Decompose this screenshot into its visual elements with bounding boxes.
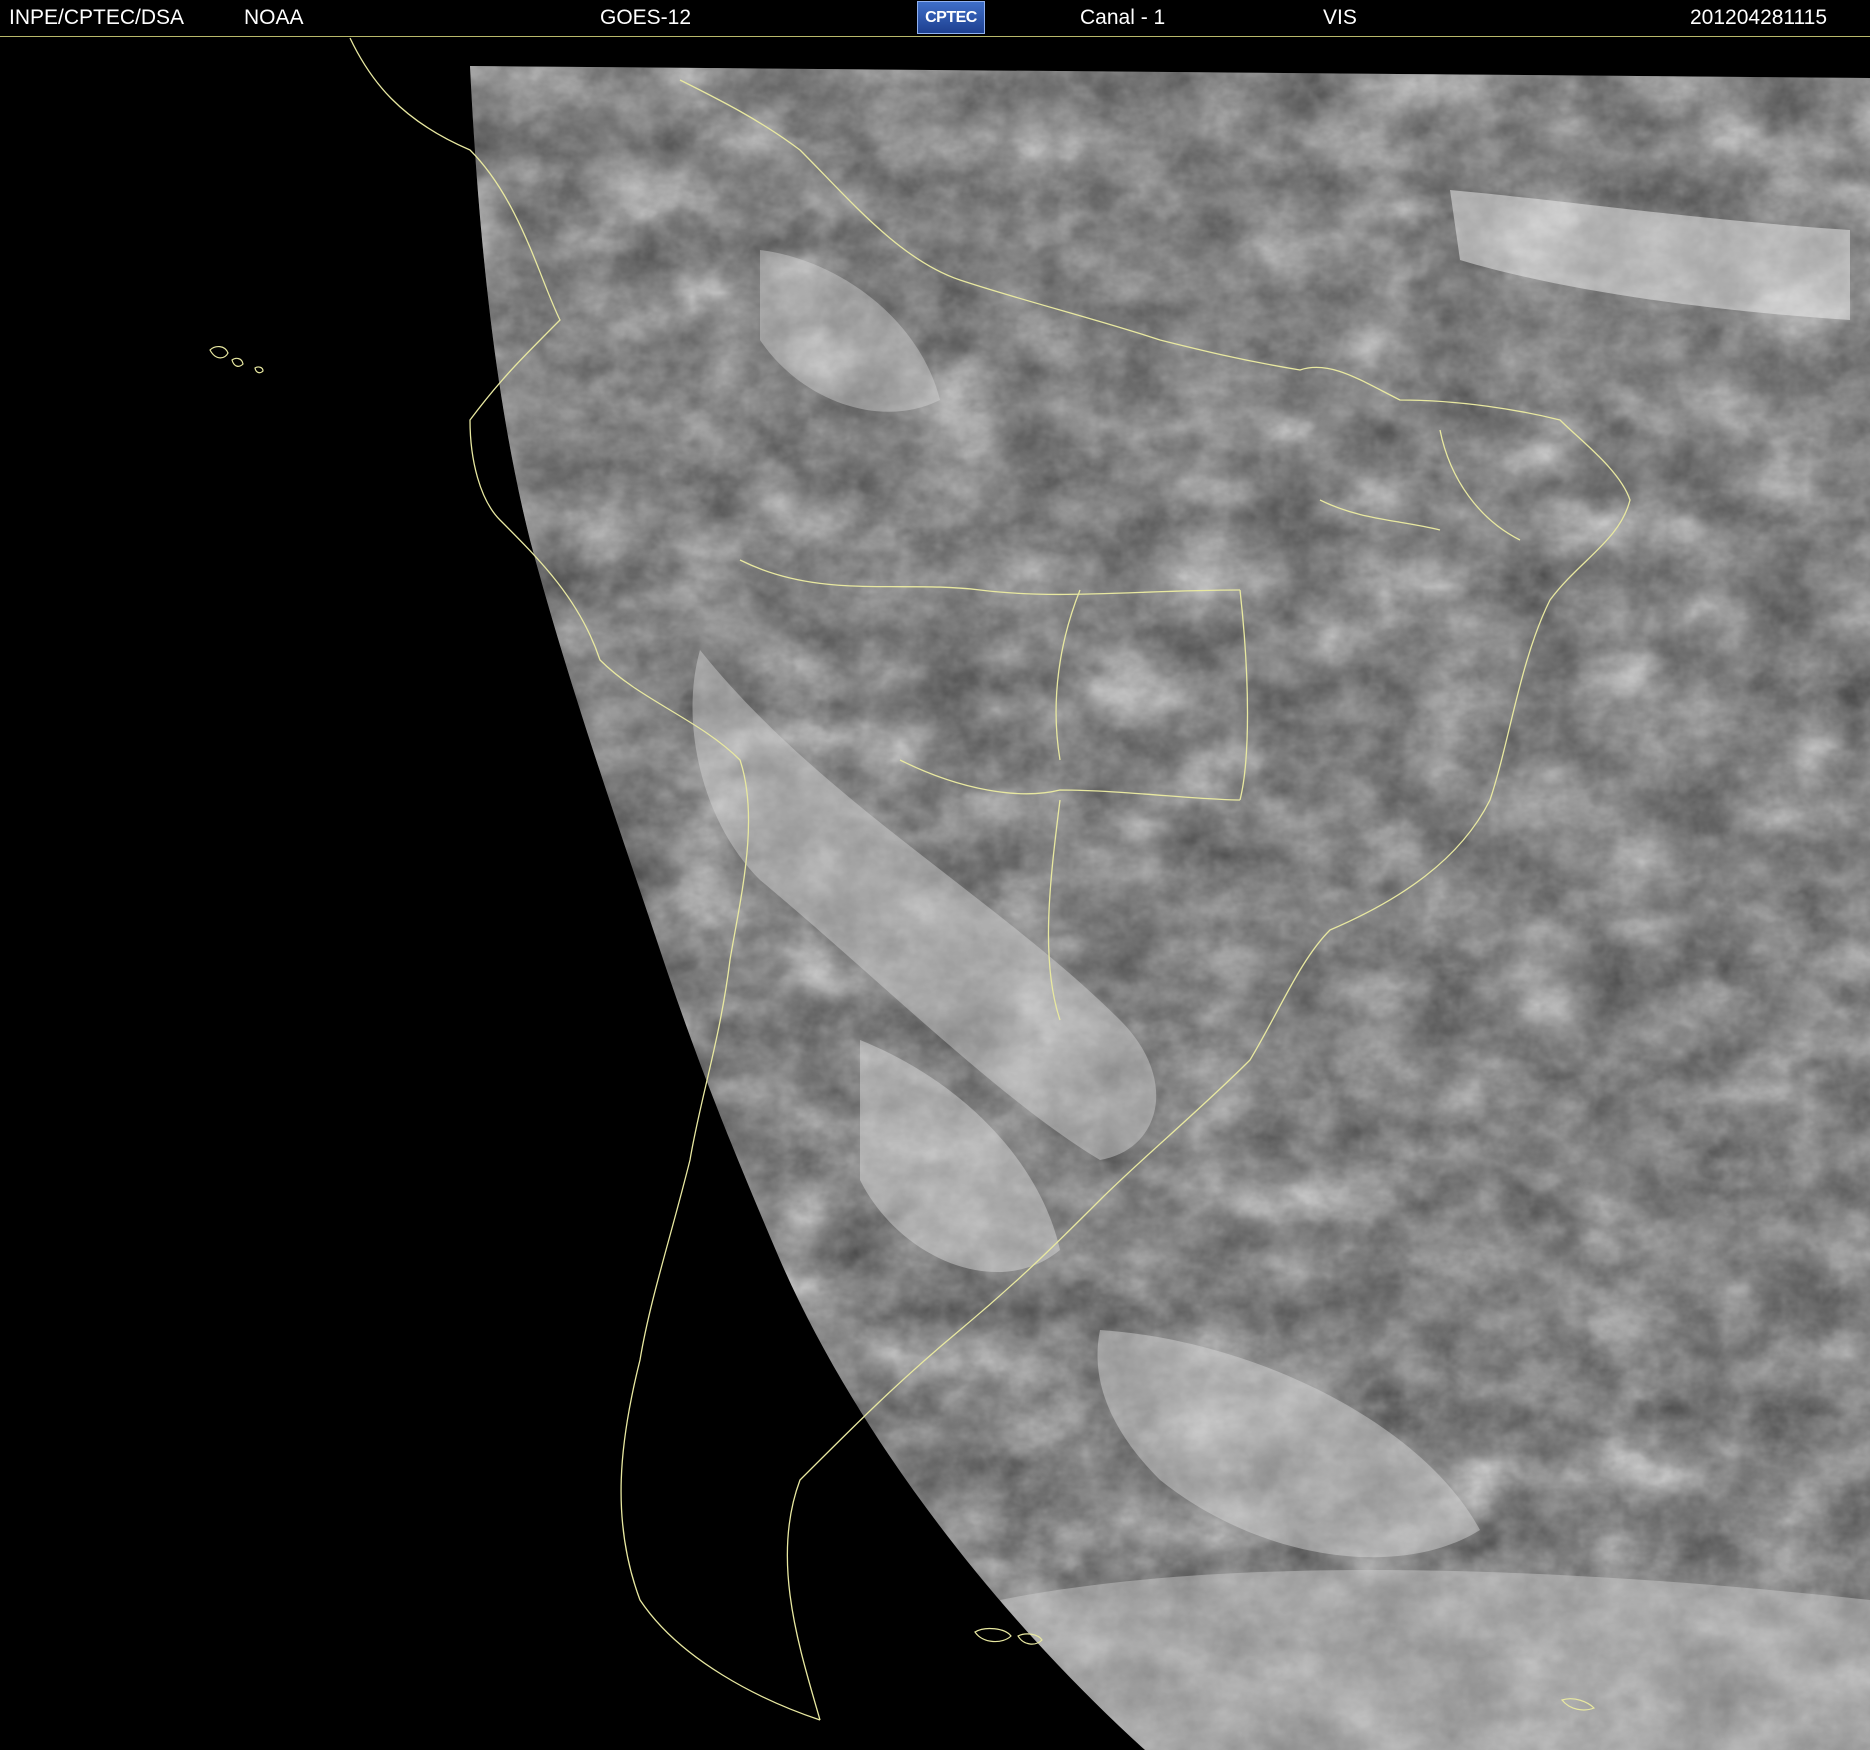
- band-label: VIS: [1323, 6, 1357, 29]
- source-label: INPE/CPTEC/DSA: [9, 6, 185, 29]
- satellite-image: [0, 37, 1870, 1750]
- channel-label: Canal - 1: [1080, 6, 1166, 29]
- cptec-logo: CPTEC: [917, 1, 985, 34]
- timestamp-label: 201204281115: [1690, 6, 1828, 29]
- satellite-label: GOES-12: [600, 6, 692, 29]
- header-bar: INPE/CPTEC/DSA NOAA GOES-12 CPTEC Canal …: [0, 0, 1870, 37]
- agency-label: NOAA: [244, 6, 304, 29]
- satellite-map-svg: [0, 37, 1870, 1750]
